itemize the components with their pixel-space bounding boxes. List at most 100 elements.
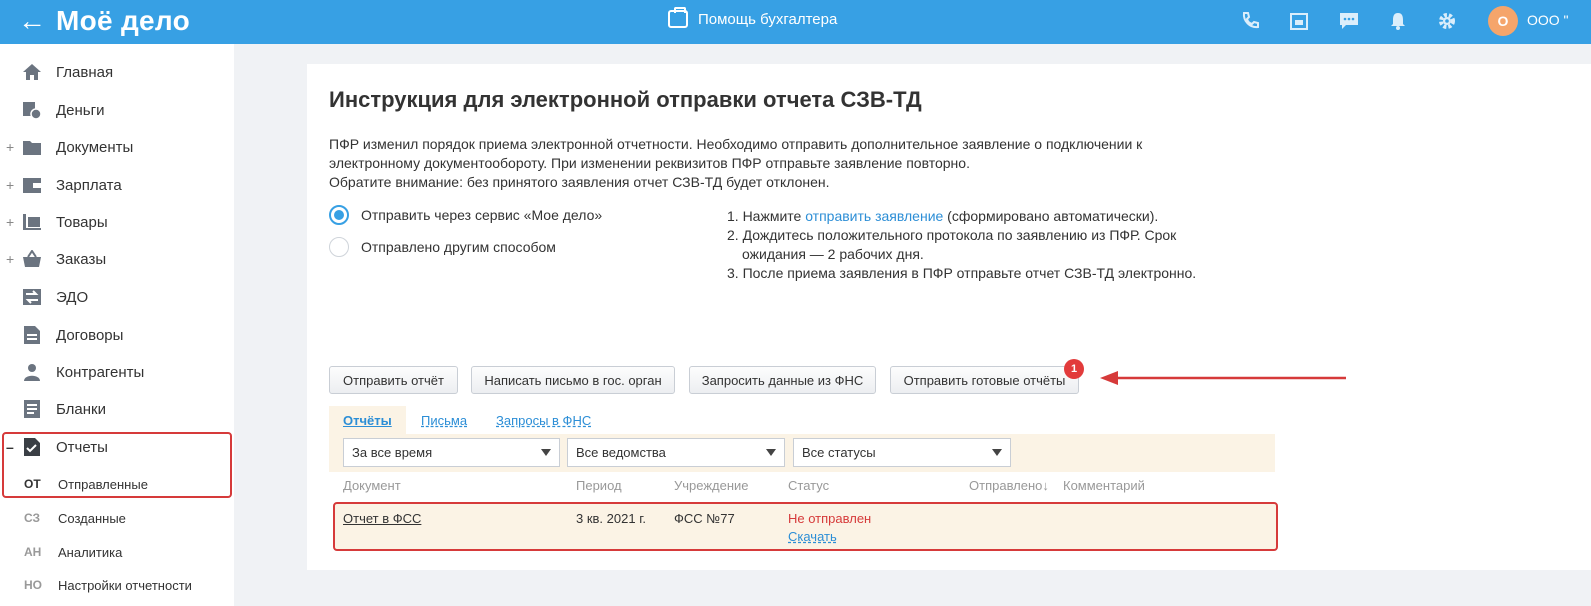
- notice-line: ПФР изменил порядок приема электронной о…: [329, 136, 1143, 152]
- sidebar-item-contracts[interactable]: Договоры: [0, 317, 234, 353]
- wallet-icon: [22, 175, 42, 195]
- forms-icon: [22, 399, 42, 419]
- sidebar-item-documents[interactable]: + Документы: [0, 129, 234, 165]
- sidebar-subitem-report-settings[interactable]: НО Настройки отчетности: [0, 570, 234, 600]
- notice-line: электронному документообороту. При измен…: [329, 155, 970, 171]
- sidebar-item-label: Документы: [56, 138, 134, 156]
- notice-line: Обратите внимание: без принятого заявлен…: [329, 174, 830, 190]
- sidebar-subitem-analytics[interactable]: АН Аналитика: [0, 537, 234, 567]
- radio-label: Отправить через сервис «Мое дело»: [361, 207, 603, 223]
- sidebar-item-orders[interactable]: + Заказы: [0, 241, 234, 277]
- period-cell: 3 кв. 2021 г.: [576, 511, 646, 526]
- reports-icon: [22, 437, 42, 457]
- instruction-steps: 1. Нажмите отправить заявление (сформиро…: [727, 207, 1247, 283]
- send-application-link[interactable]: отправить заявление: [805, 208, 943, 224]
- step-text: 2. Дождитесь положительного протокола по…: [727, 227, 1177, 243]
- sidebar-item-edo[interactable]: ЭДО: [0, 279, 234, 315]
- goods-icon: [22, 212, 42, 232]
- bell-icon[interactable]: [1387, 10, 1409, 32]
- sidebar-item-money[interactable]: Деньги: [0, 92, 234, 128]
- download-link[interactable]: Скачать: [788, 529, 837, 544]
- radio-button[interactable]: [329, 237, 349, 257]
- status-select[interactable]: Все статусы: [793, 438, 1011, 467]
- pfr-notice: ПФР изменил порядок приема электронной о…: [329, 135, 1229, 192]
- money-icon: [22, 100, 42, 120]
- select-value: Все статусы: [802, 445, 876, 460]
- subitem-abbr: НО: [24, 578, 42, 592]
- gear-icon[interactable]: [1436, 10, 1458, 32]
- sidebar-item-goods[interactable]: + Товары: [0, 204, 234, 240]
- contract-icon: [22, 325, 42, 345]
- subitem-label: Созданные: [58, 510, 126, 526]
- request-fns-data-button[interactable]: Запросить данные из ФНС: [689, 366, 876, 394]
- org-name[interactable]: ООО ": [1527, 12, 1569, 28]
- top-bar: ← Моё дело Помощь бухгалтера О ООО ": [0, 0, 1591, 44]
- home-icon: [22, 62, 42, 82]
- subitem-abbr: АН: [24, 545, 42, 559]
- sidebar-item-label: ЭДО: [56, 288, 89, 306]
- write-letter-button[interactable]: Написать письмо в гос. орган: [471, 366, 675, 394]
- filters-bar: За все время Все ведомства Все статусы: [329, 434, 1275, 472]
- chevron-down-icon: [992, 449, 1002, 456]
- agency-select[interactable]: Все ведомства: [567, 438, 785, 467]
- sidebar-item-salary[interactable]: + Зарплата: [0, 167, 234, 203]
- sidebar-item-label: Главная: [56, 63, 114, 81]
- phone-icon[interactable]: [1239, 10, 1261, 32]
- status-cell: Не отправлен: [788, 511, 872, 526]
- sidebar-item-label: Товары: [56, 213, 108, 231]
- edo-icon: [22, 287, 42, 307]
- sidebar-item-label: Договоры: [56, 326, 124, 344]
- column-header-status: Статус: [788, 478, 830, 493]
- expand-plus-icon[interactable]: +: [6, 139, 16, 155]
- expand-plus-icon[interactable]: +: [6, 251, 16, 267]
- radio-sent-other-way[interactable]: Отправлено другим способом: [329, 237, 556, 257]
- column-header-agency: Учреждение: [674, 478, 749, 493]
- avatar[interactable]: О: [1488, 6, 1518, 36]
- agency-cell: ФСС №77: [674, 511, 735, 526]
- radio-label: Отправлено другим способом: [361, 239, 556, 255]
- calendar-icon[interactable]: [1288, 10, 1310, 32]
- send-report-button[interactable]: Отправить отчёт: [329, 366, 458, 394]
- sidebar-item-contractors[interactable]: Контрагенты: [0, 354, 234, 390]
- radio-send-via-service[interactable]: Отправить через сервис «Мое дело»: [329, 205, 602, 225]
- sidebar-item-label: Контрагенты: [56, 363, 145, 381]
- sidebar-item-forms[interactable]: Бланки: [0, 391, 234, 427]
- column-header-document: Документ: [343, 478, 401, 493]
- collapse-minus-icon[interactable]: –: [6, 439, 16, 455]
- sidebar-item-label: Бланки: [56, 400, 106, 418]
- basket-icon: [22, 249, 42, 269]
- sidebar-subitem-sent[interactable]: ОТ Отправленные: [0, 469, 234, 499]
- document-link[interactable]: Отчет в ФСС: [343, 511, 421, 526]
- contractor-icon: [22, 362, 42, 382]
- sidebar-item-label: Заказы: [56, 250, 107, 268]
- sidebar-item-label: Отчеты: [56, 438, 108, 456]
- app-logo[interactable]: Моё дело: [56, 4, 190, 38]
- tab-reports[interactable]: Отчёты: [329, 406, 406, 434]
- subitem-label: Отправленные: [58, 476, 148, 492]
- expand-plus-icon[interactable]: +: [6, 177, 16, 193]
- send-ready-reports-button[interactable]: Отправить готовые отчёты: [890, 366, 1079, 394]
- period-select[interactable]: За все время: [343, 438, 560, 467]
- help-accountant-link[interactable]: Помощь бухгалтера: [668, 7, 838, 28]
- tab-letters[interactable]: Письма: [421, 406, 467, 434]
- help-label: Помощь бухгалтера: [698, 10, 838, 28]
- sidebar-item-reports[interactable]: – Отчеты: [0, 429, 234, 465]
- sidebar-subitem-created[interactable]: СЗ Созданные: [0, 503, 234, 533]
- briefcase-icon: [668, 7, 688, 28]
- folder-icon: [22, 137, 42, 157]
- sidebar-item-home[interactable]: Главная: [0, 54, 234, 90]
- expand-plus-icon[interactable]: +: [6, 214, 16, 230]
- back-arrow-icon[interactable]: ←: [18, 6, 46, 36]
- page-title: Инструкция для электронной отправки отче…: [329, 87, 922, 112]
- radio-button-selected[interactable]: [329, 205, 349, 225]
- step-text: 3. После приема заявления в ПФР отправьт…: [727, 265, 1197, 281]
- step-text: 1. Нажмите: [727, 208, 806, 224]
- reports-tabs: Отчёты Письма Запросы в ФНС: [329, 406, 1275, 434]
- chat-icon[interactable]: [1338, 10, 1360, 32]
- tab-fns-requests[interactable]: Запросы в ФНС: [496, 406, 591, 434]
- notification-badge: 1: [1064, 359, 1084, 379]
- sidebar-item-label: Зарплата: [56, 176, 122, 194]
- column-header-sent-sort[interactable]: Отправлено↓: [969, 478, 1049, 493]
- subitem-label: Аналитика: [58, 544, 123, 560]
- select-value: За все время: [352, 445, 433, 460]
